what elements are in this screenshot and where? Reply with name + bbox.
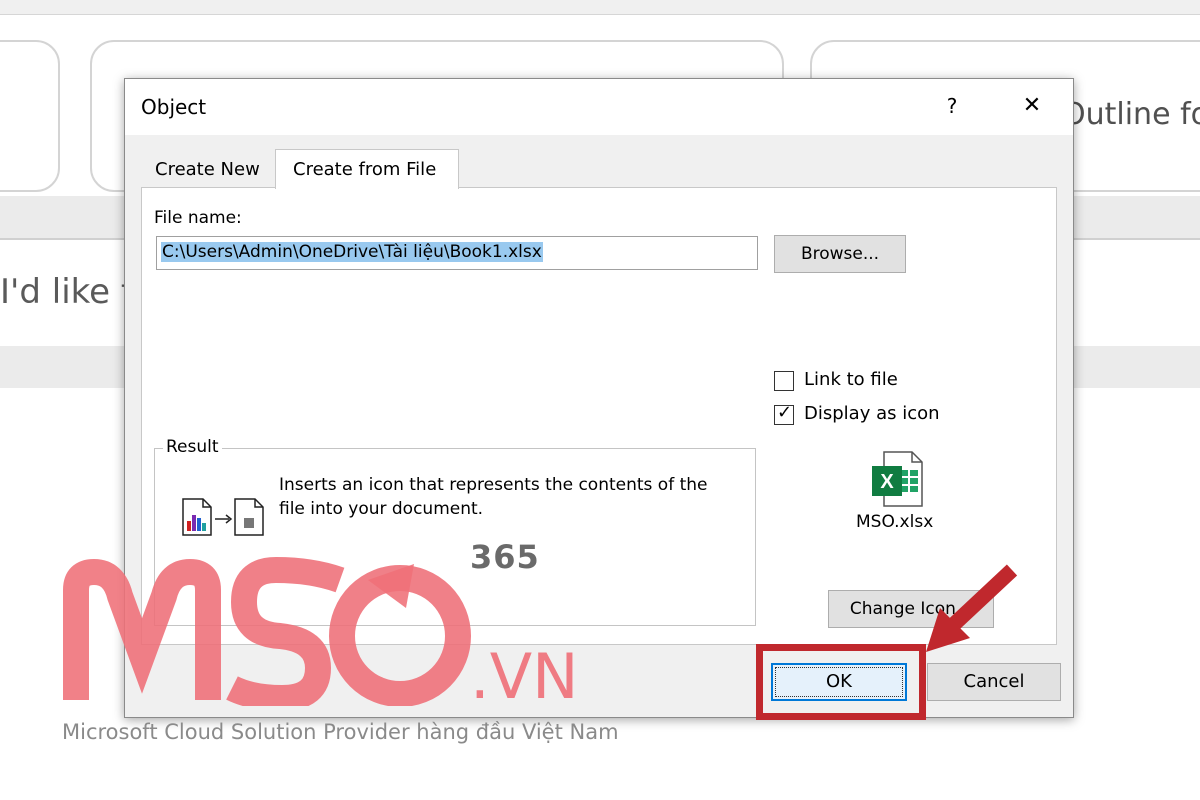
background-prompt-text: I'd like t — [0, 272, 135, 312]
result-legend: Result — [163, 437, 222, 457]
link-to-file-checkbox[interactable] — [774, 371, 794, 391]
file-name-value: C:\Users\Admin\OneDrive\Tài liệu\Book1.x… — [161, 242, 543, 262]
watermark-tagline: Microsoft Cloud Solution Provider hàng đ… — [62, 720, 619, 744]
background-card-text: Outline fo — [1062, 97, 1200, 132]
svg-text:X: X — [880, 471, 894, 493]
tab-create-from-file[interactable]: Create from File — [275, 149, 459, 189]
help-button[interactable]: ? — [937, 91, 967, 121]
pointer-arrow-icon — [920, 560, 1020, 664]
excel-file-icon: X — [870, 450, 924, 512]
ok-highlight-annotation — [756, 644, 926, 720]
browse-button[interactable]: Browse... — [774, 235, 906, 273]
cancel-button[interactable]: Cancel — [927, 663, 1061, 701]
file-name-label: File name: — [154, 208, 242, 228]
background-top-strip — [0, 0, 1200, 15]
dialog-titlebar: Object ? ✕ — [125, 79, 1073, 135]
close-button[interactable]: ✕ — [1015, 91, 1049, 121]
file-name-field[interactable]: C:\Users\Admin\OneDrive\Tài liệu\Book1.x… — [156, 236, 758, 270]
mso-logo: .VN — [62, 556, 582, 713]
background-card — [0, 40, 60, 192]
insert-icon-illustration-icon — [181, 497, 273, 541]
display-as-icon-checkbox[interactable]: ✓ — [774, 402, 794, 425]
svg-text:.VN: .VN — [470, 640, 579, 706]
display-as-icon-label[interactable]: Display as icon — [804, 403, 940, 424]
icon-caption: MSO.xlsx — [856, 512, 934, 532]
result-description: Inserts an icon that represents the cont… — [279, 475, 708, 519]
dialog-title: Object — [141, 95, 207, 119]
checkmark-icon: ✓ — [777, 402, 793, 423]
link-to-file-label[interactable]: Link to file — [804, 369, 898, 390]
tab-create-new[interactable]: Create New — [141, 155, 269, 187]
